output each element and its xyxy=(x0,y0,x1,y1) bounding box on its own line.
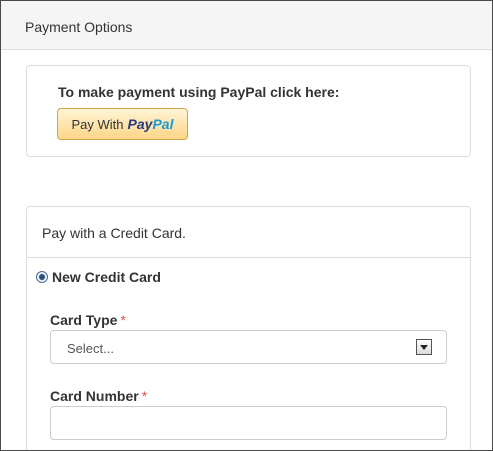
pay-with-paypal-button[interactable]: Pay With PayPal xyxy=(57,108,188,140)
paypal-section: To make payment using PayPal click here:… xyxy=(26,65,471,157)
card-number-label: Card Number * xyxy=(50,388,147,404)
panel-title: Payment Options xyxy=(1,1,492,50)
required-mark: * xyxy=(141,388,148,404)
card-type-select[interactable]: Select... xyxy=(50,330,447,364)
card-number-label-text: Card Number xyxy=(50,388,139,404)
paypal-logo-part2: Pal xyxy=(152,116,174,132)
paypal-button-prefix: Pay With xyxy=(71,116,124,132)
chevron-down-icon[interactable] xyxy=(416,339,432,355)
card-type-label: Card Type * xyxy=(50,312,126,328)
card-number-input[interactable] xyxy=(50,406,447,440)
card-type-label-text: Card Type xyxy=(50,312,118,328)
paypal-logo-part1: Pay xyxy=(127,116,153,132)
new-credit-card-label: New Credit Card xyxy=(52,269,161,285)
required-mark: * xyxy=(120,312,126,328)
paypal-prompt: To make payment using PayPal click here: xyxy=(58,84,340,100)
radio-dot xyxy=(39,274,45,280)
new-credit-card-option[interactable]: New Credit Card xyxy=(36,269,161,285)
paypal-logo: PayPal xyxy=(128,116,174,132)
radio-selected-icon[interactable] xyxy=(36,271,48,283)
payment-options-panel: Payment Options To make payment using Pa… xyxy=(0,0,493,451)
credit-card-heading: Pay with a Credit Card. xyxy=(27,207,470,258)
card-type-selected-value: Select... xyxy=(67,341,114,356)
